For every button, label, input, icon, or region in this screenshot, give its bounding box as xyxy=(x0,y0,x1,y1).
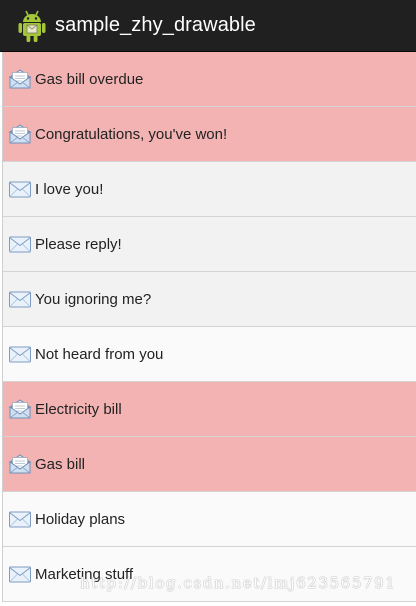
list-item-label: I love you! xyxy=(35,180,104,198)
closed-envelope-icon xyxy=(9,236,31,253)
list-item-label: Electricity bill xyxy=(35,400,122,418)
list-item-label: Please reply! xyxy=(35,235,122,253)
list-item[interactable]: Gas bill xyxy=(3,437,416,492)
closed-envelope-icon xyxy=(9,566,31,583)
closed-envelope-icon xyxy=(9,291,31,308)
action-bar: sample_zhy_drawable xyxy=(0,0,416,52)
list-item[interactable]: Holiday plans xyxy=(3,492,416,547)
list-item[interactable]: You ignoring me? xyxy=(3,272,416,327)
list-item[interactable]: Marketing stuff xyxy=(3,547,416,602)
list-item[interactable]: Electricity bill xyxy=(3,382,416,437)
closed-envelope-icon xyxy=(9,181,31,198)
list-item[interactable]: Congratulations, you've won! xyxy=(3,107,416,162)
open-envelope-icon xyxy=(8,399,32,419)
list-item[interactable]: I love you! xyxy=(3,162,416,217)
list-item-label: Gas bill xyxy=(35,455,86,473)
list-item-label: Holiday plans xyxy=(35,510,126,528)
list-item[interactable]: Not heard from you xyxy=(3,327,416,382)
list-item-label: Gas bill overdue xyxy=(35,70,144,88)
closed-envelope-icon xyxy=(9,511,31,528)
list-item-label: Congratulations, you've won! xyxy=(35,125,228,143)
list-item-label: You ignoring me? xyxy=(35,290,152,308)
open-envelope-icon xyxy=(8,454,32,474)
list-item[interactable]: Please reply! xyxy=(3,217,416,272)
android-robot-icon[interactable] xyxy=(18,9,46,43)
list-item-label: Not heard from you xyxy=(35,345,164,363)
open-envelope-icon xyxy=(8,124,32,144)
message-list[interactable]: Gas bill overdue Congratulations, you've … xyxy=(2,52,416,602)
app-title: sample_zhy_drawable xyxy=(55,14,256,36)
list-item[interactable]: Gas bill overdue xyxy=(3,52,416,107)
closed-envelope-icon xyxy=(9,346,31,363)
open-envelope-icon xyxy=(8,69,32,89)
list-item-label: Marketing stuff xyxy=(35,565,134,583)
